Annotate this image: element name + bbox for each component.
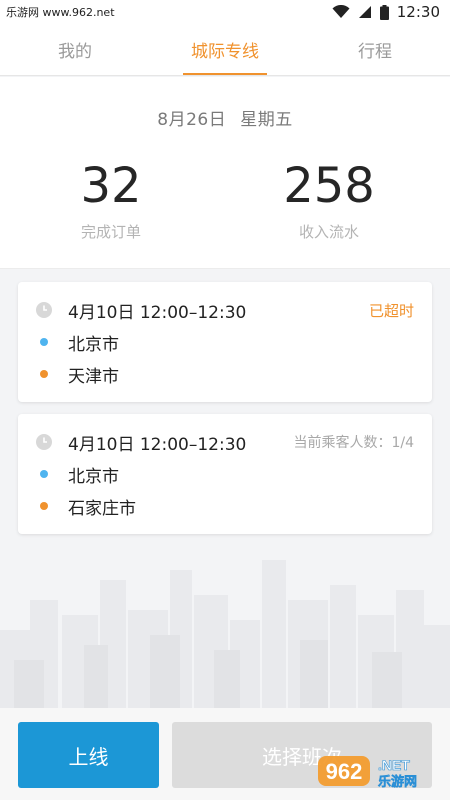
trip-destination-row: 石家庄市	[36, 492, 414, 520]
daily-summary: 8月26日 星期五 32 完成订单 258 收入流水	[0, 77, 450, 269]
status-watermark-text: 乐游网 www.962.net	[6, 6, 115, 19]
orders-label: 完成订单	[80, 223, 141, 241]
trip-origin-row: 北京市	[36, 328, 414, 356]
summary-weekday: 星期五	[240, 110, 293, 130]
trip-destination: 石家庄市	[68, 498, 136, 519]
trip-origin: 北京市	[68, 466, 119, 487]
clock-icon	[36, 302, 52, 318]
origin-dot-icon	[40, 470, 48, 478]
trip-status: 已超时	[368, 301, 414, 320]
wifi-icon	[332, 5, 350, 18]
destination-dot-icon	[40, 502, 48, 510]
trip-time: 4月10日 12:00–12:30	[68, 434, 247, 455]
income-value: 258	[283, 158, 375, 214]
svg-text:乐游网: 乐游网	[378, 774, 417, 790]
trip-time-row: 4月10日 12:00–12:30 已超时	[36, 296, 414, 324]
watermark-logo: 962 .NET 乐游网	[318, 756, 417, 790]
tab-bar: 我的 城际专线 行程	[0, 24, 450, 76]
income-stat: 258 收入流水	[254, 159, 404, 242]
summary-date: 8月26日 星期五	[0, 105, 450, 130]
tab-trips[interactable]: 行程	[300, 24, 450, 75]
summary-date-day: 8月26日	[157, 110, 227, 130]
status-icons: 12:30	[332, 3, 440, 21]
trip-card[interactable]: 4月10日 12:00–12:30 当前乘客人数：1/4 北京市 石家庄市	[18, 414, 432, 534]
trip-destination-row: 天津市	[36, 360, 414, 388]
clock-icon	[36, 434, 52, 450]
passenger-count: 当前乘客人数：1/4	[293, 435, 414, 451]
go-online-button[interactable]: 上线	[18, 722, 159, 788]
orders-stat: 32 完成订单	[36, 159, 186, 242]
income-label: 收入流水	[298, 223, 359, 241]
trip-time-row: 4月10日 12:00–12:30 当前乘客人数：1/4	[36, 428, 414, 456]
battery-icon	[379, 4, 389, 20]
trip-destination: 天津市	[68, 366, 119, 387]
trip-card[interactable]: 4月10日 12:00–12:30 已超时 北京市 天津市	[18, 282, 432, 402]
status-bar: 乐游网 www.962.net 12:30	[0, 0, 450, 24]
destination-dot-icon	[40, 370, 48, 378]
cellular-signal-icon	[358, 6, 371, 18]
tab-intercity-line[interactable]: 城际专线	[150, 24, 300, 75]
origin-dot-icon	[40, 338, 48, 346]
svg-text:.NET: .NET	[378, 757, 410, 773]
trip-origin-row: 北京市	[36, 460, 414, 488]
svg-text:962: 962	[326, 759, 363, 784]
clock-time: 12:30	[396, 3, 440, 21]
orders-value: 32	[80, 158, 142, 214]
tab-mine[interactable]: 我的	[0, 24, 150, 75]
trip-origin: 北京市	[68, 334, 119, 355]
city-skyline-background	[0, 560, 450, 720]
trip-time: 4月10日 12:00–12:30	[68, 302, 247, 323]
